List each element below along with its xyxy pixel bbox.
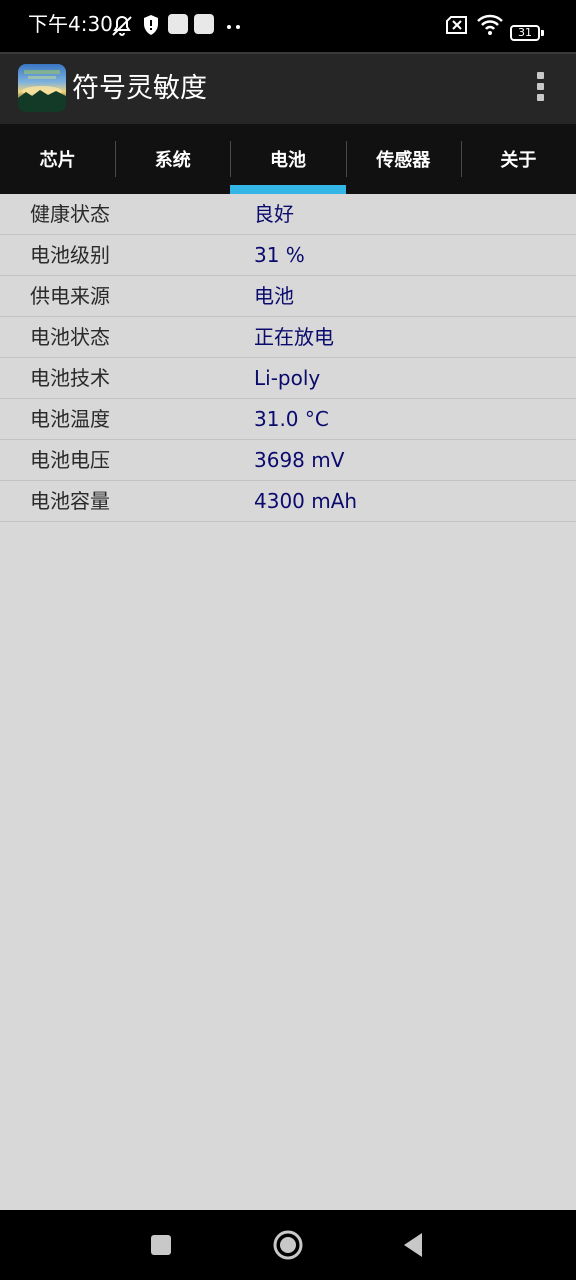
status-time: 下午4:30 (28, 12, 113, 36)
tab-chip[interactable]: 芯片 (0, 124, 115, 194)
tab-label: 芯片 (39, 150, 76, 171)
status-bar: 下午4:30 31 (0, 0, 576, 52)
info-value: Li-poly (254, 366, 321, 390)
info-row-status: 电池状态 正在放电 (0, 317, 576, 358)
info-row-technology: 电池技术 Li-poly (0, 358, 576, 399)
tab-label: 系统 (154, 150, 191, 171)
info-label: 电池容量 (30, 489, 110, 513)
info-row-temperature: 电池温度 31.0 °C (0, 399, 576, 440)
app-notification-icon (194, 14, 214, 34)
notification-muted-icon (112, 15, 132, 36)
recents-icon[interactable] (143, 1227, 179, 1263)
info-value: 正在放电 (254, 325, 334, 349)
battery-icon: 31 (510, 25, 540, 41)
info-label: 健康状态 (30, 202, 110, 226)
info-row-voltage: 电池电压 3698 mV (0, 440, 576, 481)
info-row-health: 健康状态 良好 (0, 194, 576, 235)
more-notifications-icon (227, 25, 240, 29)
navigation-bar (0, 1210, 576, 1280)
info-value: 良好 (254, 202, 294, 226)
tab-bar: 芯片 系统 电池 传感器 关于 (0, 124, 576, 194)
tab-label: 电池 (270, 150, 306, 171)
tab-sensors[interactable]: 传感器 (345, 124, 461, 194)
tab-system[interactable]: 系统 (115, 124, 230, 194)
battery-tip (541, 30, 544, 36)
info-label: 电池电压 (30, 448, 110, 472)
info-row-capacity: 电池容量 4300 mAh (0, 481, 576, 522)
app-logo-icon (18, 64, 66, 112)
overflow-menu-icon[interactable] (532, 72, 548, 108)
app-notification-icon (168, 14, 188, 34)
info-label: 电池温度 (30, 407, 110, 431)
app-bar: 符号灵敏度 (0, 52, 576, 124)
info-value: 电池 (254, 284, 294, 308)
info-label: 电池级别 (30, 243, 110, 267)
tab-about[interactable]: 关于 (460, 124, 576, 194)
info-label: 供电来源 (30, 284, 110, 308)
info-row-level: 电池级别 31 % (0, 235, 576, 276)
info-value: 31 % (254, 243, 305, 267)
info-label: 电池技术 (30, 366, 110, 390)
info-label: 电池状态 (30, 325, 110, 349)
home-icon[interactable] (270, 1227, 306, 1263)
no-sim-icon (446, 16, 467, 34)
tab-label: 关于 (500, 150, 537, 171)
info-row-power-source: 供电来源 电池 (0, 276, 576, 317)
back-icon[interactable] (395, 1227, 431, 1263)
info-value: 31.0 °C (254, 407, 329, 431)
info-value: 3698 mV (254, 448, 345, 472)
tab-battery[interactable]: 电池 (230, 124, 346, 194)
shield-icon (144, 15, 158, 35)
app-title: 符号灵敏度 (72, 73, 207, 104)
info-value: 4300 mAh (254, 489, 358, 513)
battery-info-list: 健康状态 良好 电池级别 31 % 供电来源 电池 电池状态 正在放电 电池技术… (0, 194, 576, 522)
tab-label: 传感器 (376, 150, 431, 171)
battery-level: 31 (518, 26, 532, 39)
wifi-icon (477, 14, 503, 35)
